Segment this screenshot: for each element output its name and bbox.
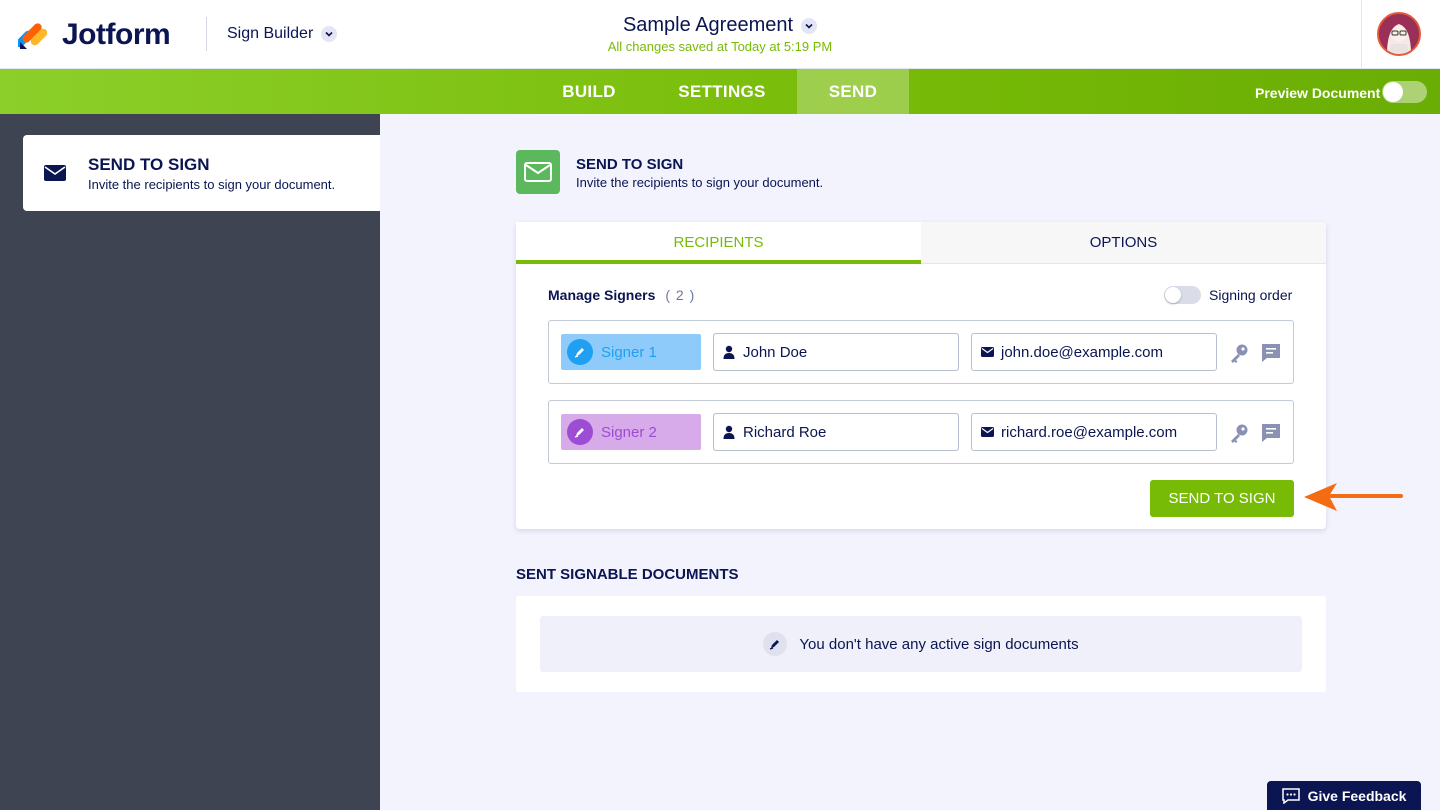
sidebar-item-send-to-sign[interactable]: SEND TO SIGN Invite the recipients to si… bbox=[23, 135, 380, 211]
section-title: SEND TO SIGN bbox=[576, 156, 684, 173]
chevron-down-icon bbox=[321, 26, 338, 42]
signer-label: Signer 2 bbox=[601, 423, 657, 441]
top-header: Jotform Sign Builder Sample Agreement Al… bbox=[0, 0, 1440, 69]
send-to-sign-button[interactable]: SEND TO SIGN bbox=[1150, 480, 1294, 517]
header-divider bbox=[206, 17, 207, 51]
tab-settings[interactable]: SETTINGS bbox=[647, 69, 797, 114]
feedback-chat-icon bbox=[1281, 787, 1300, 804]
envelope-icon bbox=[524, 162, 552, 182]
tab-build[interactable]: BUILD bbox=[531, 69, 647, 114]
person-icon bbox=[715, 425, 743, 439]
signing-order-toggle[interactable] bbox=[1164, 286, 1201, 304]
signer-name-value: Richard Roe bbox=[743, 423, 827, 441]
signer-badge[interactable]: Signer 2 bbox=[561, 414, 701, 450]
chevron-down-icon bbox=[801, 17, 818, 34]
give-feedback-label: Give Feedback bbox=[1307, 787, 1407, 804]
person-icon bbox=[715, 345, 743, 359]
send-section-icon bbox=[516, 150, 560, 194]
signer-email-field[interactable]: john.doe@example.com bbox=[971, 333, 1217, 371]
pen-icon bbox=[567, 339, 593, 365]
signer-name-value: John Doe bbox=[743, 343, 808, 361]
pen-nib-icon bbox=[763, 632, 788, 656]
avatar[interactable] bbox=[1377, 12, 1421, 56]
document-title-text: Sample Agreement bbox=[622, 14, 794, 36]
tab-recipients[interactable]: RECIPIENTS bbox=[516, 222, 921, 264]
empty-state-message: You don't have any active sign documents bbox=[799, 635, 1079, 653]
signer-label: Signer 1 bbox=[601, 343, 657, 361]
brand-name: Jotform bbox=[62, 18, 171, 51]
header-divider-right bbox=[1361, 0, 1362, 69]
give-feedback-button[interactable]: Give Feedback bbox=[1267, 781, 1421, 810]
manage-signers-heading: Manage Signers ( 2 ) bbox=[548, 287, 695, 303]
signer-row: Signer 2 Richard Roe richard.roe@example… bbox=[548, 400, 1294, 464]
empty-state: You don't have any active sign documents bbox=[540, 616, 1302, 672]
mail-icon bbox=[973, 427, 1001, 437]
section-subtitle: Invite the recipients to sign your docum… bbox=[576, 175, 824, 190]
envelope-icon bbox=[44, 165, 66, 181]
signer-email-value: john.doe@example.com bbox=[1001, 343, 1163, 361]
preview-document-label: Preview Document bbox=[1255, 85, 1381, 101]
toggle-knob bbox=[1165, 287, 1181, 303]
key-icon[interactable] bbox=[1228, 422, 1250, 444]
sidebar-item-subtitle: Invite the recipients to sign your docum… bbox=[88, 177, 336, 192]
arrow-left-icon bbox=[1304, 483, 1403, 511]
toggle-knob bbox=[1383, 82, 1403, 102]
jotform-logo-icon bbox=[18, 23, 48, 49]
tab-send[interactable]: SEND bbox=[797, 69, 909, 114]
sent-documents-panel: You don't have any active sign documents bbox=[516, 596, 1326, 692]
preview-document-toggle[interactable] bbox=[1382, 81, 1427, 103]
jotform-logo[interactable]: Jotform bbox=[18, 18, 171, 52]
signer-name-field[interactable]: John Doe bbox=[713, 333, 959, 371]
builder-navbar: BUILD SETTINGS SEND Preview Document bbox=[0, 69, 1440, 114]
signer-count: ( 2 ) bbox=[665, 287, 696, 303]
manage-signers-label: Manage Signers bbox=[548, 287, 656, 303]
save-status: All changes saved at Today at 5:19 PM bbox=[607, 39, 833, 54]
sidebar: SEND TO SIGN Invite the recipients to si… bbox=[0, 114, 380, 810]
key-icon[interactable] bbox=[1228, 342, 1250, 364]
tab-options[interactable]: OPTIONS bbox=[921, 222, 1326, 264]
recipients-panel: RECIPIENTS OPTIONS Manage Signers ( 2 ) S… bbox=[516, 222, 1326, 529]
sent-documents-heading: SENT SIGNABLE DOCUMENTS bbox=[516, 566, 739, 583]
builder-switcher[interactable]: Sign Builder bbox=[227, 25, 338, 43]
document-title[interactable]: Sample Agreement bbox=[622, 14, 818, 37]
mail-icon bbox=[973, 347, 1001, 357]
pen-icon bbox=[567, 419, 593, 445]
builder-label: Sign Builder bbox=[227, 25, 314, 42]
sidebar-item-title: SEND TO SIGN bbox=[88, 155, 210, 174]
signer-name-field[interactable]: Richard Roe bbox=[713, 413, 959, 451]
message-icon[interactable] bbox=[1260, 422, 1282, 444]
signer-email-value: richard.roe@example.com bbox=[1001, 423, 1178, 441]
avatar-illustration-icon bbox=[1379, 14, 1419, 54]
signing-order-label: Signing order bbox=[1209, 287, 1293, 303]
signer-email-field[interactable]: richard.roe@example.com bbox=[971, 413, 1217, 451]
signer-badge[interactable]: Signer 1 bbox=[561, 334, 701, 370]
message-icon[interactable] bbox=[1260, 342, 1282, 364]
document-title-area: Sample Agreement All changes saved at To… bbox=[560, 14, 880, 54]
signer-row: Signer 1 John Doe john.doe@example.com bbox=[548, 320, 1294, 384]
